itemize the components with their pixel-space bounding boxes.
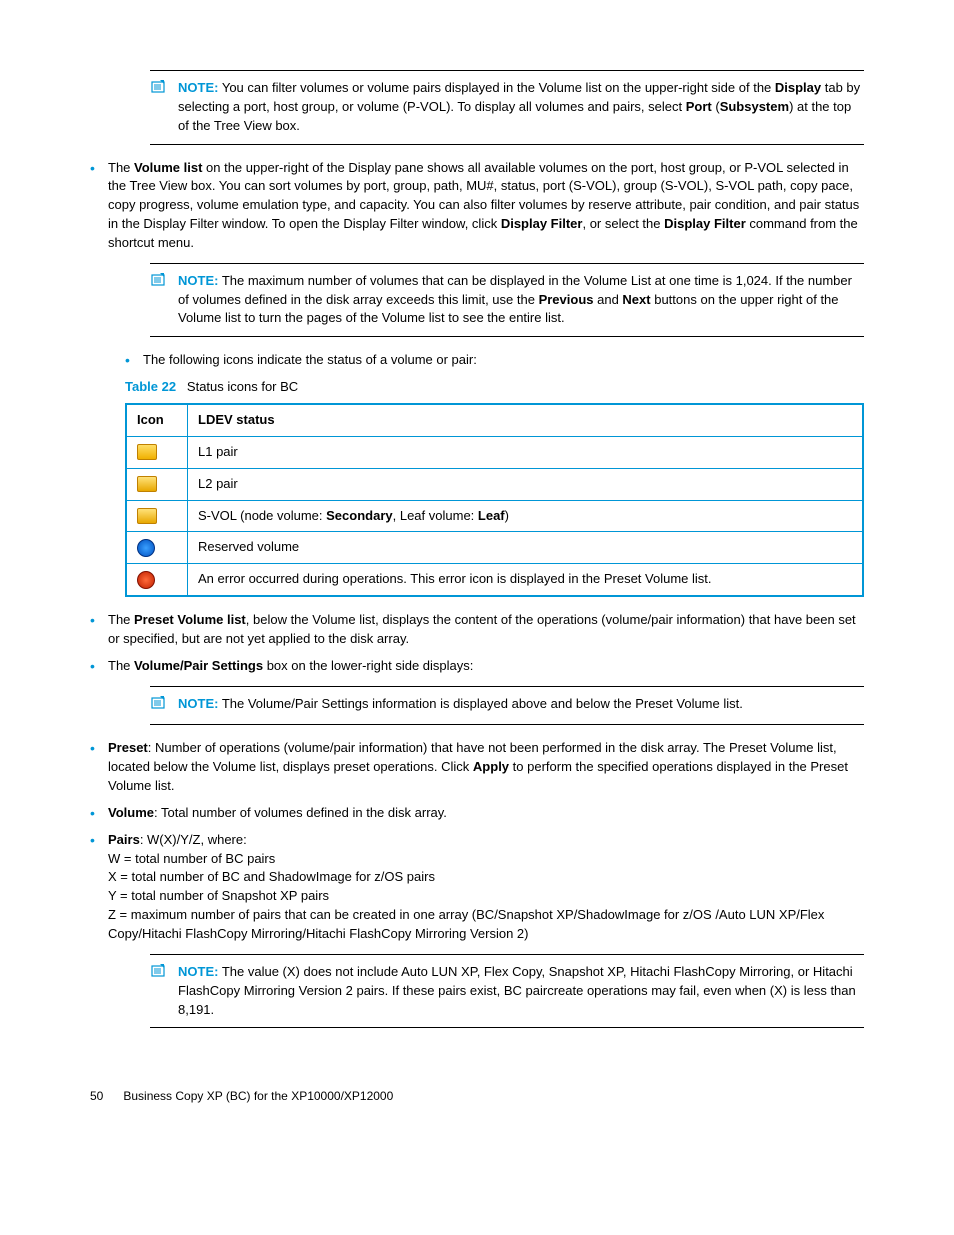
note-block-4: NOTE: The value (X) does not include Aut… <box>150 954 864 1029</box>
bullet-dot-icon: • <box>90 804 108 822</box>
l1-pair-icon <box>137 444 157 460</box>
bullet-volume-list: • The Volume list on the upper-right of … <box>90 159 864 253</box>
note-label: NOTE: <box>178 80 218 95</box>
error-icon <box>137 571 155 589</box>
page-content: NOTE: You can filter volumes or volume p… <box>0 0 954 1146</box>
note1-text: You can filter volumes or volume pairs d… <box>178 80 860 133</box>
page-number: 50 <box>90 1088 120 1105</box>
bullet-dot-icon: • <box>90 159 108 177</box>
th-status: LDEV status <box>188 404 864 436</box>
table-row: L1 pair <box>126 436 863 468</box>
status-icons-table: Icon LDEV status L1 pair L2 pair S-VOL (… <box>125 403 864 597</box>
note-icon <box>150 695 170 717</box>
note-icon <box>150 79 170 101</box>
table-row: An error occurred during operations. Thi… <box>126 564 863 596</box>
bullet-icons-intro: • The following icons indicate the statu… <box>125 351 864 370</box>
l2-pair-icon <box>137 476 157 492</box>
reserved-icon <box>137 539 155 557</box>
bullet-preset: • Preset: Number of operations (volume/p… <box>90 739 864 796</box>
svol-icon <box>137 508 157 524</box>
bullet-dot-icon: • <box>90 739 108 757</box>
page-footer: 50 Business Copy XP (BC) for the XP10000… <box>90 1088 864 1105</box>
bullet-volume-pair-settings: • The Volume/Pair Settings box on the lo… <box>90 657 864 676</box>
bullet-dot-icon: • <box>125 351 143 369</box>
note2-text: The maximum number of volumes that can b… <box>178 273 852 326</box>
bullet-dot-icon: • <box>90 657 108 675</box>
note3-text: The Volume/Pair Settings information is … <box>222 696 743 711</box>
note-block-3: NOTE: The Volume/Pair Settings informati… <box>150 686 864 726</box>
table-row: L2 pair <box>126 468 863 500</box>
table-header-row: Icon LDEV status <box>126 404 863 436</box>
th-icon: Icon <box>126 404 188 436</box>
note-block-1: NOTE: You can filter volumes or volume p… <box>150 70 864 145</box>
note-label: NOTE: <box>178 964 218 979</box>
table-caption: Table 22 Status icons for BC <box>125 378 864 397</box>
note-block-2: NOTE: The maximum number of volumes that… <box>150 263 864 338</box>
note4-text: The value (X) does not include Auto LUN … <box>178 964 856 1017</box>
bullet-dot-icon: • <box>90 611 108 629</box>
footer-title: Business Copy XP (BC) for the XP10000/XP… <box>123 1089 393 1103</box>
table-row: Reserved volume <box>126 532 863 564</box>
note-label: NOTE: <box>178 273 218 288</box>
bullet-pairs: • Pairs: W(X)/Y/Z, where: W = total numb… <box>90 831 864 944</box>
table-row: S-VOL (node volume: Secondary, Leaf volu… <box>126 500 863 532</box>
bullet-volume: • Volume: Total number of volumes define… <box>90 804 864 823</box>
bullet-preset-volume-list: • The Preset Volume list, below the Volu… <box>90 611 864 649</box>
note-icon <box>150 963 170 985</box>
note-icon <box>150 272 170 294</box>
bullet-dot-icon: • <box>90 831 108 849</box>
note-label: NOTE: <box>178 696 218 711</box>
